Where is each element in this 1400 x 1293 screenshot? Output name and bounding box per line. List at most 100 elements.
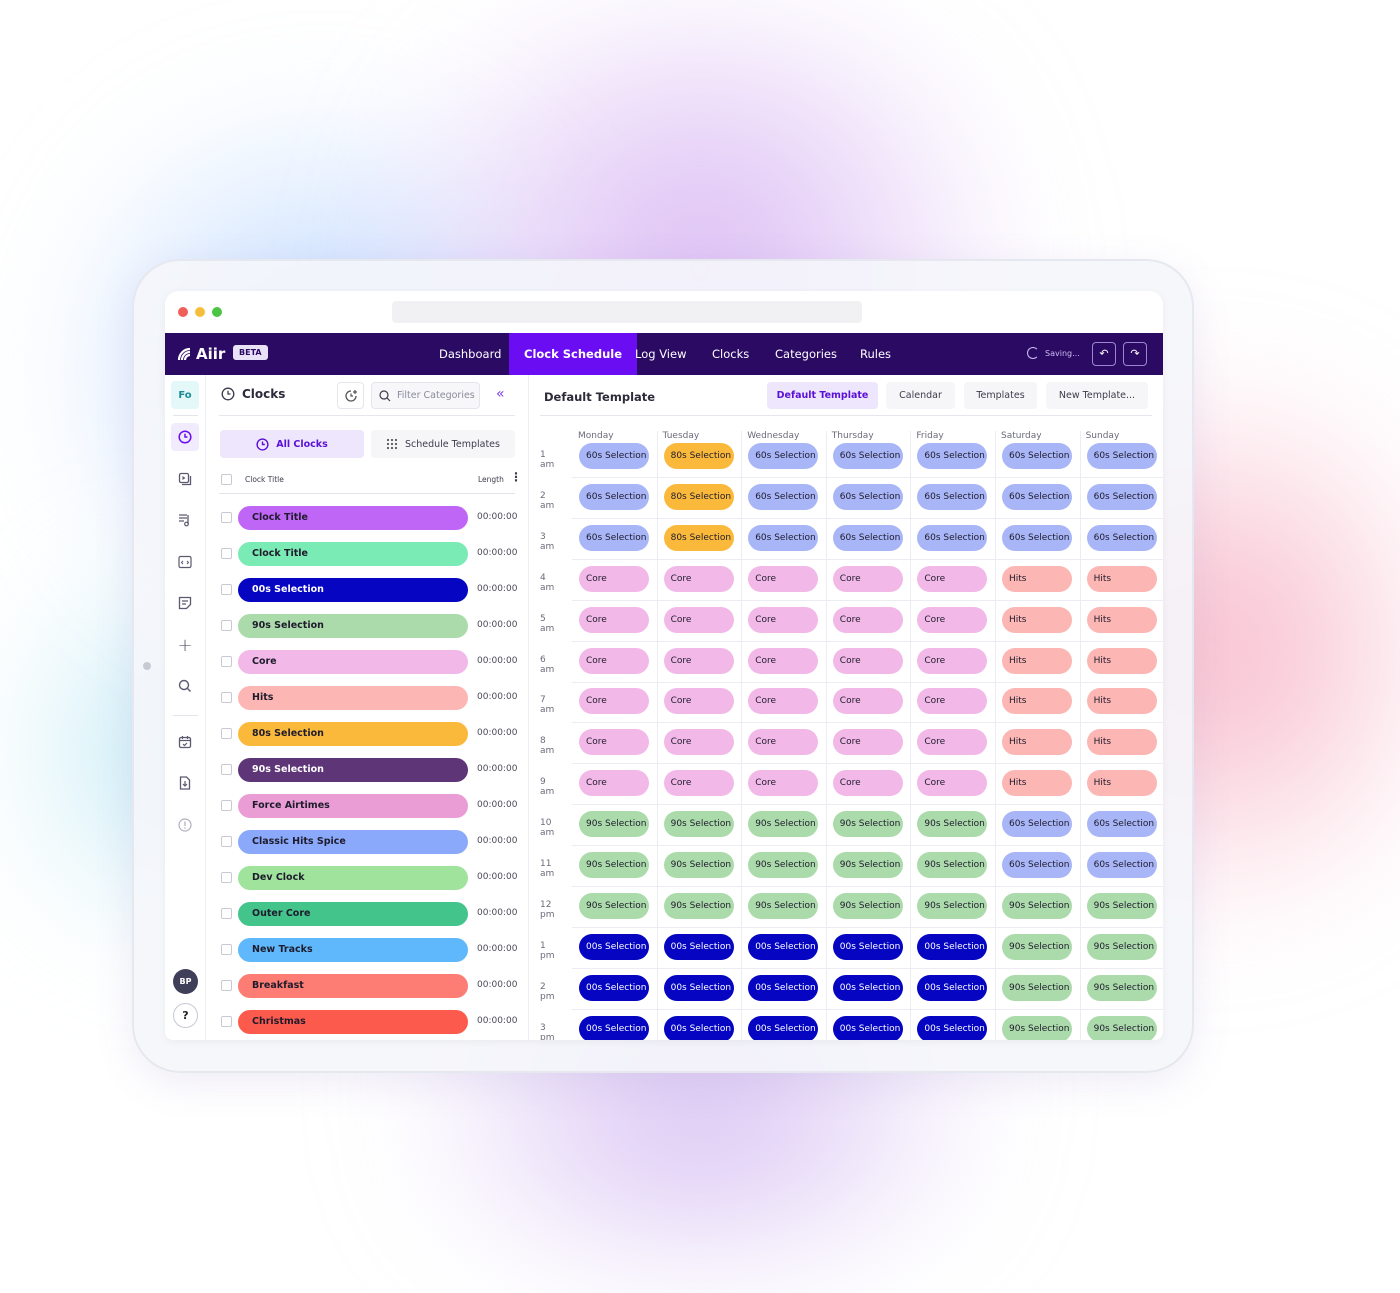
clock-checkbox[interactable] bbox=[221, 656, 232, 667]
minimize-window-dot[interactable] bbox=[195, 307, 205, 317]
schedule-slot[interactable]: Core bbox=[663, 565, 734, 592]
schedule-slot[interactable]: Core bbox=[579, 647, 649, 674]
clock-checkbox[interactable] bbox=[221, 908, 232, 919]
more-options-icon[interactable]: ⋮ bbox=[510, 470, 522, 484]
schedule-slot[interactable]: 90s Selection bbox=[1002, 1015, 1072, 1040]
clock-checkbox[interactable] bbox=[221, 620, 232, 631]
schedule-slot[interactable]: 90s Selection bbox=[917, 852, 988, 878]
filter-categories-input[interactable]: Filter Categories bbox=[371, 382, 480, 409]
undo-button[interactable]: ↶ bbox=[1092, 342, 1116, 366]
clock-list-item[interactable]: Clock Title 00:00:00 bbox=[219, 542, 517, 566]
schedule-slot[interactable]: 00s Selection bbox=[579, 974, 649, 1001]
schedule-slot[interactable]: Core bbox=[748, 688, 819, 715]
schedule-slot[interactable]: 90s Selection bbox=[579, 811, 649, 838]
schedule-slot[interactable]: 90s Selection bbox=[579, 852, 649, 878]
schedule-slot[interactable]: 00s Selection bbox=[663, 933, 734, 960]
schedule-slot[interactable]: 00s Selection bbox=[663, 1015, 734, 1040]
schedule-slot[interactable]: 90s Selection bbox=[663, 892, 734, 919]
nav-clocks[interactable]: Clocks bbox=[697, 333, 764, 375]
clock-list-item[interactable]: New Tracks 00:00:00 bbox=[219, 938, 517, 962]
schedule-slot[interactable]: 90s Selection bbox=[1002, 892, 1072, 919]
search-icon[interactable] bbox=[171, 672, 199, 700]
clock-list-item[interactable]: Classic Hits Spice 00:00:00 bbox=[219, 830, 517, 854]
schedule-slot[interactable]: Core bbox=[917, 729, 988, 756]
schedule-slot[interactable]: Hits bbox=[1086, 688, 1157, 715]
clock-pill[interactable]: Clock Title bbox=[238, 542, 468, 566]
clock-pill[interactable]: 80s Selection bbox=[238, 722, 468, 746]
collapse-panel-icon[interactable]: « bbox=[496, 386, 505, 402]
default-template-button[interactable]: Default Template bbox=[767, 382, 878, 409]
schedule-slot[interactable]: Core bbox=[663, 647, 734, 674]
schedule-slot[interactable]: 60s Selection bbox=[832, 524, 903, 551]
note-icon[interactable] bbox=[171, 589, 199, 617]
schedule-slot[interactable]: Core bbox=[832, 565, 903, 592]
schedule-slot[interactable]: Core bbox=[663, 729, 734, 756]
clock-pill[interactable]: Core bbox=[238, 650, 468, 674]
clock-checkbox[interactable] bbox=[221, 980, 232, 991]
code-icon[interactable] bbox=[171, 548, 199, 576]
schedule-slot[interactable]: 90s Selection bbox=[663, 811, 734, 838]
new-template-button[interactable]: New Template... bbox=[1046, 382, 1148, 409]
schedule-slot[interactable]: 60s Selection bbox=[1002, 524, 1072, 551]
clock-list-item[interactable]: Breakfast 00:00:00 bbox=[219, 974, 517, 998]
clock-checkbox[interactable] bbox=[221, 548, 232, 559]
maximize-window-dot[interactable] bbox=[212, 307, 222, 317]
schedule-slot[interactable]: Core bbox=[832, 688, 903, 715]
add-clock-button[interactable] bbox=[337, 382, 364, 409]
plus-icon[interactable]: + bbox=[171, 631, 199, 659]
clock-pill[interactable]: Breakfast bbox=[238, 974, 468, 998]
schedule-slot[interactable]: Core bbox=[917, 565, 988, 592]
clock-checkbox[interactable] bbox=[221, 764, 232, 775]
clock-list-item[interactable]: 80s Selection 00:00:00 bbox=[219, 722, 517, 746]
schedule-slot[interactable]: 90s Selection bbox=[1086, 892, 1157, 919]
schedule-slot[interactable]: 80s Selection bbox=[663, 443, 734, 469]
schedule-slot[interactable]: 60s Selection bbox=[917, 483, 988, 510]
schedule-slot[interactable]: Hits bbox=[1002, 647, 1072, 674]
clock-pill[interactable]: Hits bbox=[238, 686, 468, 710]
schedule-slot[interactable]: 60s Selection bbox=[917, 524, 988, 551]
schedule-slot[interactable]: 00s Selection bbox=[748, 974, 819, 1001]
schedule-slot[interactable]: 60s Selection bbox=[1086, 811, 1157, 838]
schedule-slot[interactable]: 90s Selection bbox=[832, 852, 903, 878]
schedule-slot[interactable]: Core bbox=[917, 770, 988, 797]
schedule-slot[interactable]: 60s Selection bbox=[1002, 483, 1072, 510]
schedule-slot[interactable]: Hits bbox=[1002, 565, 1072, 592]
station-switcher[interactable]: Fo bbox=[171, 381, 199, 409]
clock-pill[interactable]: 90s Selection bbox=[238, 758, 468, 782]
schedule-slot[interactable]: 90s Selection bbox=[1086, 974, 1157, 1001]
schedule-slot[interactable]: 00s Selection bbox=[832, 933, 903, 960]
schedule-slot[interactable]: Core bbox=[917, 647, 988, 674]
schedule-slot[interactable]: Core bbox=[748, 729, 819, 756]
tab-schedule-templates[interactable]: Schedule Templates bbox=[371, 430, 515, 458]
schedule-slot[interactable]: Core bbox=[579, 729, 649, 756]
schedule-slot[interactable]: 00s Selection bbox=[917, 974, 988, 1001]
schedule-slot[interactable]: 90s Selection bbox=[917, 892, 988, 919]
clock-checkbox[interactable] bbox=[221, 944, 232, 955]
schedule-slot[interactable]: Core bbox=[917, 606, 988, 633]
clock-list-item[interactable]: Christmas 00:00:00 bbox=[219, 1010, 517, 1034]
calendar-button[interactable]: Calendar bbox=[886, 382, 955, 409]
schedule-slot[interactable]: Core bbox=[663, 606, 734, 633]
clock-list-item[interactable]: Core 00:00:00 bbox=[219, 650, 517, 674]
schedule-slot[interactable]: Core bbox=[748, 647, 819, 674]
schedule-slot[interactable]: Core bbox=[748, 770, 819, 797]
nav-log-view[interactable]: Log View bbox=[620, 333, 702, 375]
schedule-slot[interactable]: Hits bbox=[1086, 647, 1157, 674]
clock-icon[interactable] bbox=[171, 423, 199, 451]
schedule-slot[interactable]: 00s Selection bbox=[663, 974, 734, 1001]
schedule-slot[interactable]: 00s Selection bbox=[917, 933, 988, 960]
clock-checkbox[interactable] bbox=[221, 836, 232, 847]
schedule-slot[interactable]: 90s Selection bbox=[748, 852, 819, 878]
schedule-slot[interactable]: 90s Selection bbox=[832, 892, 903, 919]
clock-checkbox[interactable] bbox=[221, 800, 232, 811]
clock-list-item[interactable]: Outer Core 00:00:00 bbox=[219, 902, 517, 926]
clock-pill[interactable]: 90s Selection bbox=[238, 614, 468, 638]
schedule-slot[interactable]: 00s Selection bbox=[748, 1015, 819, 1040]
address-bar[interactable] bbox=[392, 301, 862, 323]
schedule-slot[interactable]: Core bbox=[832, 647, 903, 674]
schedule-slot[interactable]: 60s Selection bbox=[579, 483, 649, 510]
schedule-slot[interactable]: 90s Selection bbox=[663, 852, 734, 878]
schedule-slot[interactable]: Core bbox=[579, 770, 649, 797]
schedule-slot[interactable]: 60s Selection bbox=[1002, 852, 1072, 878]
schedule-slot[interactable]: Core bbox=[832, 729, 903, 756]
